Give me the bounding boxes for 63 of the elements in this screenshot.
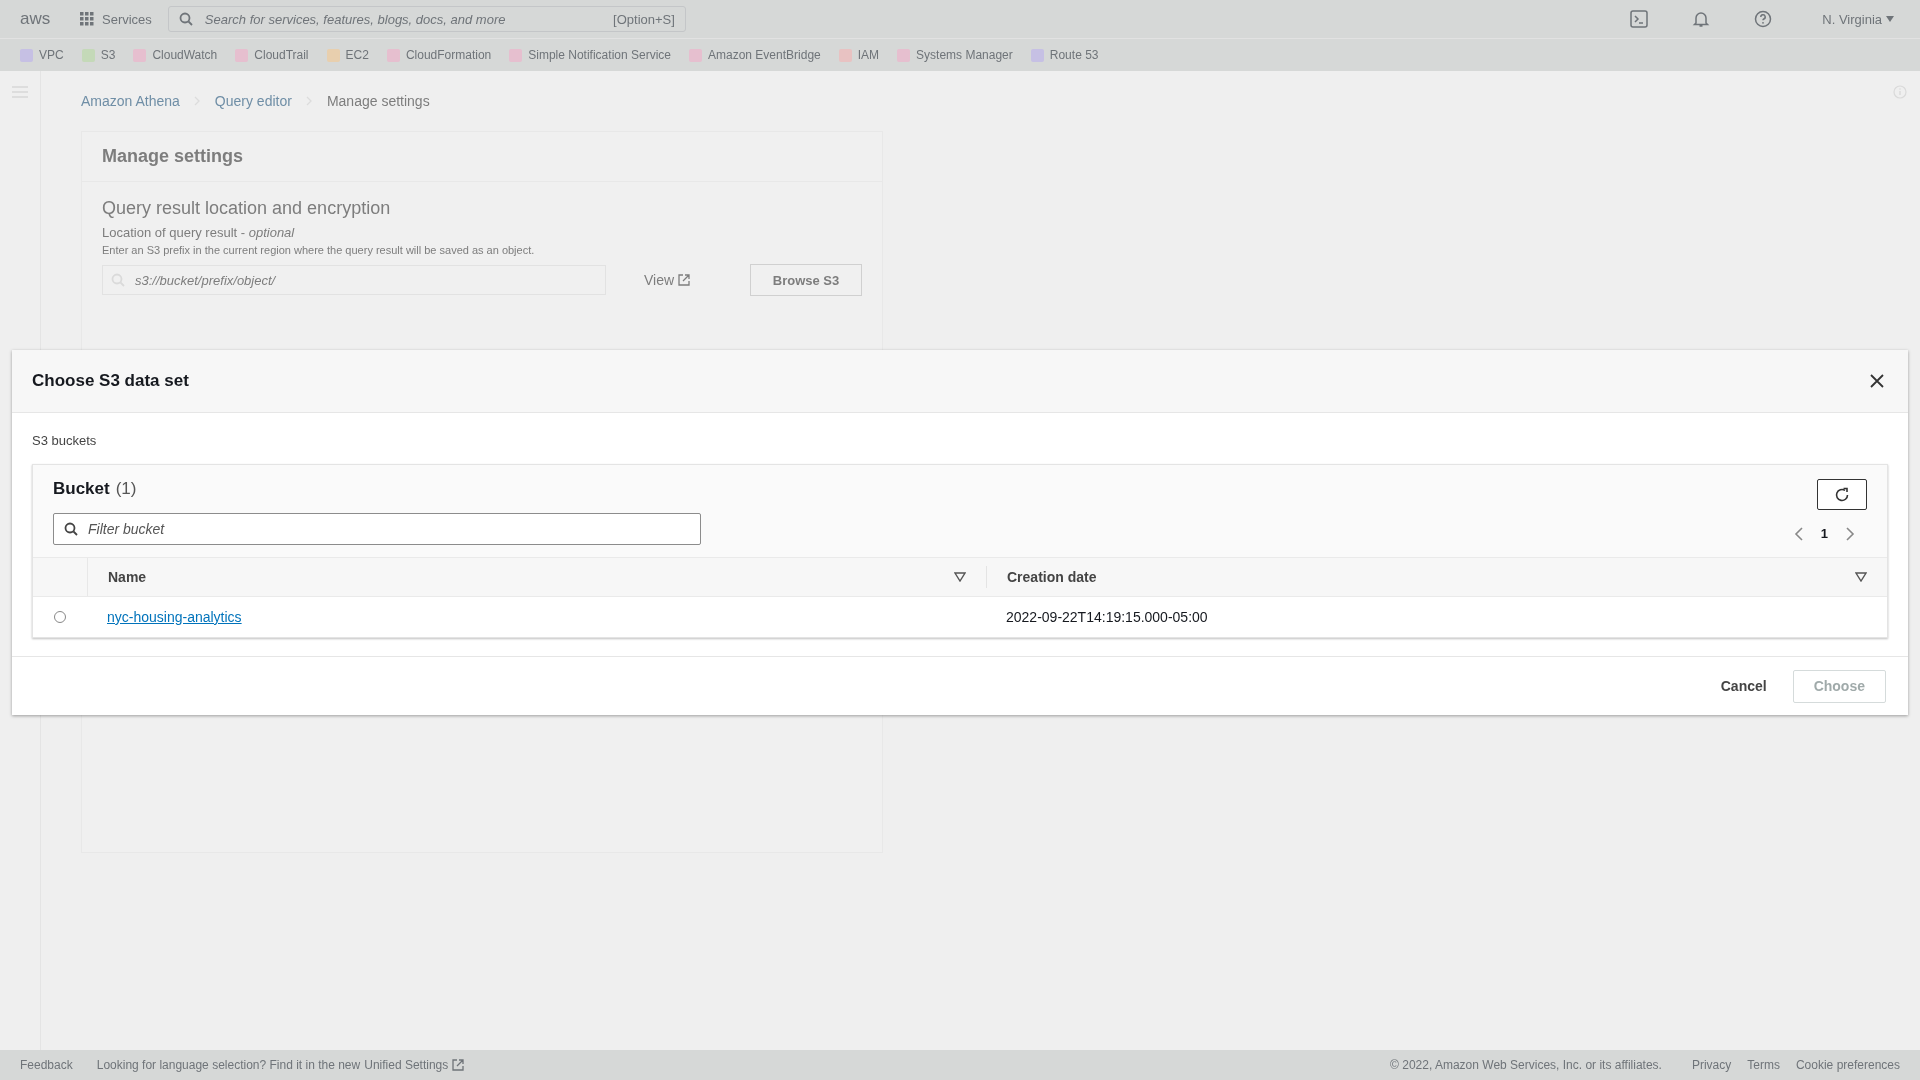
- item-count: (1): [115, 479, 137, 499]
- external-link-icon: [452, 1059, 465, 1071]
- sort-icon[interactable]: [954, 572, 966, 582]
- favorite-link[interactable]: Systems Manager: [897, 48, 1013, 62]
- bell-icon[interactable]: [1692, 10, 1711, 28]
- table-title: Bucket: [53, 479, 110, 499]
- modal-title: Choose S3 data set: [32, 371, 189, 391]
- region-menu[interactable]: N. Virginia: [1816, 10, 1900, 28]
- column-header[interactable]: Name: [108, 569, 147, 585]
- external-link-icon: [678, 274, 691, 286]
- browse-button[interactable]: Browse S3: [750, 264, 862, 296]
- footer-link[interactable]: Privacy: [1691, 1058, 1732, 1072]
- field-label: Location of query result - optional: [102, 225, 296, 240]
- chevron-left-icon[interactable]: [1793, 526, 1803, 541]
- breadcrumb-current: Manage settings: [326, 93, 430, 109]
- favorite-link[interactable]: IAM: [838, 48, 880, 62]
- aws-logo[interactable]: aws: [20, 9, 64, 29]
- section-label: S3 buckets: [32, 433, 98, 448]
- search-input[interactable]: Search for services, features, blogs, docs, and more: [202, 10, 604, 28]
- shortcut-hint: [Option+S]: [613, 11, 675, 27]
- search-icon: [64, 522, 78, 536]
- favorite-link[interactable]: Amazon EventBridge: [689, 48, 821, 62]
- column-header[interactable]: Creation date: [1007, 569, 1097, 585]
- favorite-link[interactable]: Simple Notification Service: [509, 48, 671, 62]
- sort-icon[interactable]: [1855, 572, 1867, 582]
- footer-link[interactable]: Cookie preferences: [1795, 1058, 1900, 1072]
- favorite-link[interactable]: EC2: [326, 48, 369, 62]
- close-icon: [1870, 374, 1884, 388]
- unified-settings-link[interactable]: Unified Settings: [364, 1058, 465, 1072]
- help-icon[interactable]: [1754, 10, 1773, 28]
- refresh-button[interactable]: [1817, 479, 1867, 510]
- radio-button[interactable]: [54, 611, 66, 623]
- field-hint: Enter an S3 prefix in the current region where the query result will be saved as an object.: [102, 244, 536, 256]
- refresh-icon: [1834, 486, 1850, 503]
- breadcrumb-link[interactable]: Query editor: [214, 93, 292, 109]
- search-icon: [178, 12, 193, 26]
- grid-icon: [80, 12, 94, 26]
- feedback-link[interactable]: Feedback: [20, 1058, 73, 1072]
- section-title: Query result location and encryption: [102, 198, 392, 219]
- location-field[interactable]: s3://bucket/prefix/object/: [102, 265, 606, 295]
- favorite-link[interactable]: VPC: [20, 48, 64, 62]
- favorite-link[interactable]: S3: [81, 48, 116, 62]
- search-field[interactable]: Search for services, features, blogs, docs, and more [Option+S]: [167, 6, 686, 32]
- filter-field[interactable]: Filter bucket: [53, 513, 701, 545]
- copyright-text: © 2022, Amazon Web Services, Inc. or its affiliates.: [1390, 1058, 1662, 1072]
- caret-icon: [1886, 16, 1894, 22]
- bucket-link[interactable]: nyc-housing-analytics: [107, 609, 242, 625]
- page-number[interactable]: 1: [1820, 526, 1828, 541]
- favorite-link[interactable]: CloudFormation: [386, 48, 492, 62]
- location-input[interactable]: s3://bucket/prefix/object/: [133, 271, 597, 289]
- table-cell: 2022-09-22T14:19:15.000-05:00: [1006, 609, 1208, 625]
- cancel-button[interactable]: Cancel: [1706, 670, 1781, 702]
- page-title: Manage settings: [82, 132, 882, 182]
- favorite-link[interactable]: CloudWatch: [133, 48, 218, 62]
- favorite-link[interactable]: CloudTrail: [235, 48, 309, 62]
- footer-link[interactable]: Terms: [1747, 1058, 1780, 1072]
- language-notice: Looking for language selection? Find it in the new: [96, 1058, 361, 1072]
- favorite-link[interactable]: Route 53: [1030, 48, 1099, 62]
- terminal-icon[interactable]: [1630, 10, 1649, 28]
- services-menu[interactable]: Services: [80, 11, 152, 27]
- breadcrumb-link[interactable]: Amazon Athena: [81, 93, 180, 109]
- view-link[interactable]: View: [644, 272, 691, 288]
- chevron-right-icon[interactable]: [1846, 526, 1855, 541]
